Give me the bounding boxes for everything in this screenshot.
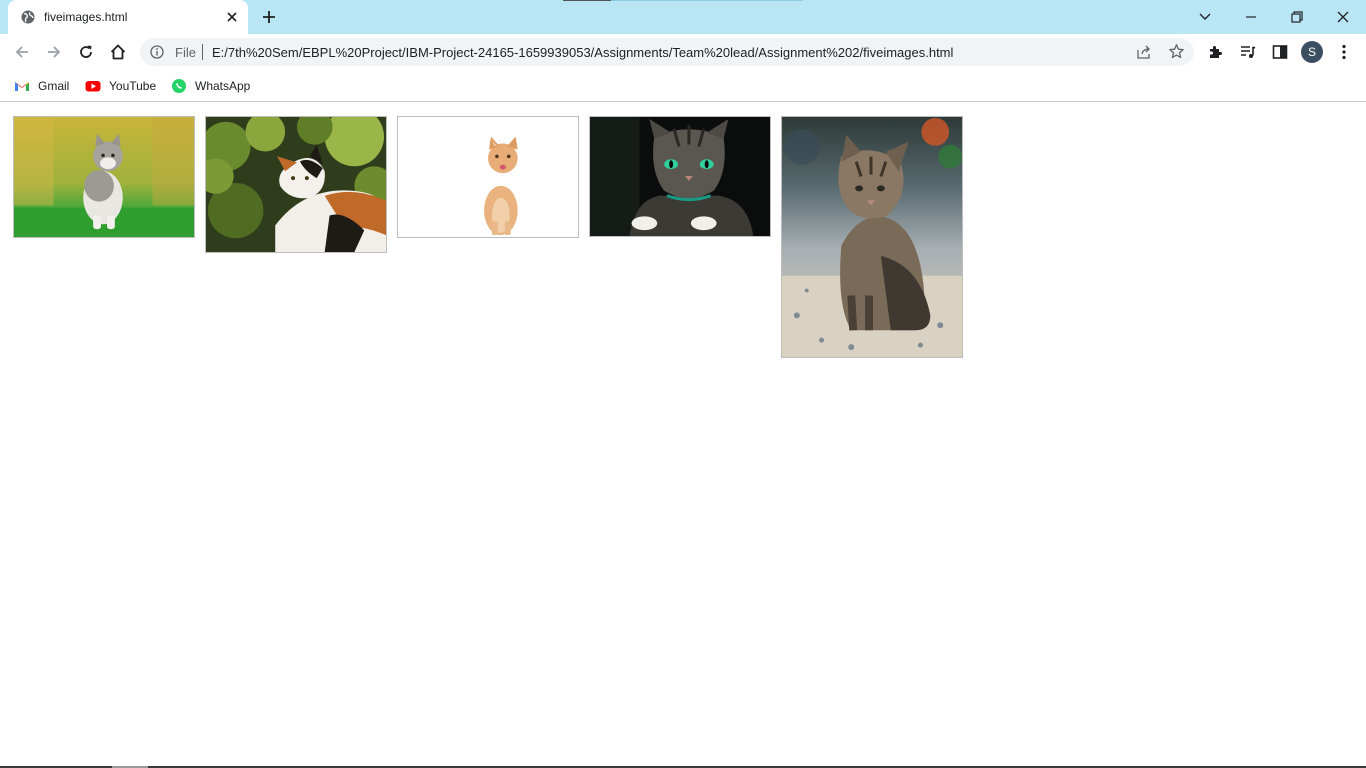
tab-search-chevron-down-icon[interactable] xyxy=(1195,7,1215,27)
side-panel-icon[interactable] xyxy=(1271,43,1289,61)
browser-toolbar: File E:/7th%20Sem/EBPL%20Project/IBM-Pro… xyxy=(0,34,1366,70)
page-content xyxy=(0,103,1366,766)
tab-title: fiveimages.html xyxy=(44,10,128,24)
forward-arrow-icon[interactable] xyxy=(45,43,63,61)
bookmark-star-icon[interactable] xyxy=(1168,43,1185,60)
extensions-puzzle-icon[interactable] xyxy=(1207,43,1225,61)
restore-icon[interactable] xyxy=(1287,7,1307,27)
cat-image-3 xyxy=(397,116,579,238)
new-tab-button[interactable] xyxy=(260,8,278,26)
bookmark-label: Gmail xyxy=(38,79,70,93)
share-icon[interactable] xyxy=(1136,44,1152,60)
back-arrow-icon[interactable] xyxy=(13,43,31,61)
youtube-icon xyxy=(85,78,101,94)
url-text[interactable]: E:/7th%20Sem/EBPL%20Project/IBM-Project-… xyxy=(212,45,953,60)
gmail-icon xyxy=(14,78,30,94)
bookmark-label: YouTube xyxy=(109,79,157,93)
browser-tab-active[interactable]: fiveimages.html xyxy=(8,0,248,34)
bookmark-youtube[interactable]: YouTube xyxy=(85,77,156,95)
bookmark-label: WhatsApp xyxy=(195,79,251,93)
address-bar[interactable]: File E:/7th%20Sem/EBPL%20Project/IBM-Pro… xyxy=(140,38,1194,66)
globe-icon xyxy=(21,10,35,24)
cat-image-2 xyxy=(205,116,387,253)
omnibox-divider xyxy=(202,44,203,60)
scheme-label[interactable]: File xyxy=(175,45,196,60)
home-icon[interactable] xyxy=(109,43,127,61)
info-icon[interactable] xyxy=(150,45,164,59)
cat-image-4 xyxy=(589,116,771,237)
close-icon[interactable] xyxy=(225,10,239,24)
profile-avatar[interactable]: S xyxy=(1301,41,1323,63)
bookmarks-bar: Gmail YouTube WhatsApp xyxy=(0,70,1366,102)
media-queue-icon[interactable] xyxy=(1239,43,1257,61)
tab-strip-indicator-active xyxy=(563,0,611,1)
minimize-icon[interactable] xyxy=(1241,7,1261,27)
close-window-icon[interactable] xyxy=(1333,7,1353,27)
reload-icon[interactable] xyxy=(77,43,95,61)
bookmark-gmail[interactable]: Gmail xyxy=(14,77,69,95)
bookmark-whatsapp[interactable]: WhatsApp xyxy=(171,77,250,95)
cat-image-1 xyxy=(13,116,195,238)
whatsapp-icon xyxy=(171,78,187,94)
browser-titlebar: fiveimages.html xyxy=(0,0,1366,34)
more-menu-icon[interactable] xyxy=(1335,43,1353,61)
cat-image-5 xyxy=(781,116,963,358)
